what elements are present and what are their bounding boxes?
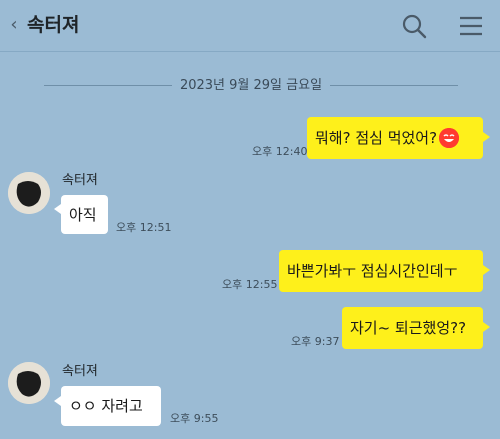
message-time: 오후 12:51	[116, 221, 172, 234]
their-message-bubble[interactable]: 아직	[61, 195, 108, 234]
bubble-tail	[483, 322, 490, 332]
message-time: 오후 12:55	[222, 278, 278, 291]
my-message-bubble[interactable]: 자기~ 퇴근했엉??	[342, 307, 483, 349]
their-message-bubble[interactable]: ㅇㅇ 자려고	[61, 386, 161, 426]
back-chevron-icon[interactable]: ‹	[6, 14, 22, 36]
message-text: 뭐해? 점심 먹었어?	[315, 129, 438, 147]
divider-line	[330, 85, 458, 86]
laughing-face-emoji	[439, 128, 460, 148]
chat-title: 속터져	[27, 14, 80, 36]
divider-line	[44, 85, 172, 86]
message-time: 오후 9:37	[291, 335, 340, 348]
message-text: 자기~ 퇴근했엉??	[350, 319, 467, 337]
message-text: ㅇㅇ 자려고	[69, 397, 143, 415]
bubble-tail	[483, 132, 490, 142]
bubble-tail	[483, 265, 490, 275]
date-divider-text: 2023년 9월 29일 금요일	[179, 78, 323, 93]
message-time: 오후 9:55	[170, 412, 219, 425]
bubble-tail	[54, 204, 61, 214]
bubble-tail	[54, 396, 61, 406]
date-divider: 2023년 9월 29일 금요일	[0, 76, 500, 96]
my-message-bubble[interactable]: 뭐해? 점심 먹었어?	[307, 117, 483, 159]
message-time: 오후 12:40	[252, 145, 308, 158]
message-text: 아직	[69, 205, 97, 224]
hamburger-menu-icon[interactable]	[456, 12, 486, 40]
avatar[interactable]	[8, 172, 50, 214]
message-text: 바쁜가봐ㅜ 점심시간인데ㅜ	[287, 262, 458, 280]
my-message-bubble[interactable]: 바쁜가봐ㅜ 점심시간인데ㅜ	[279, 250, 483, 292]
avatar[interactable]	[8, 362, 50, 404]
search-icon[interactable]	[400, 12, 430, 40]
sender-name: 속터져	[62, 173, 98, 188]
sender-name: 속터져	[62, 364, 98, 379]
chat-header: ‹ 속터져	[0, 0, 500, 52]
